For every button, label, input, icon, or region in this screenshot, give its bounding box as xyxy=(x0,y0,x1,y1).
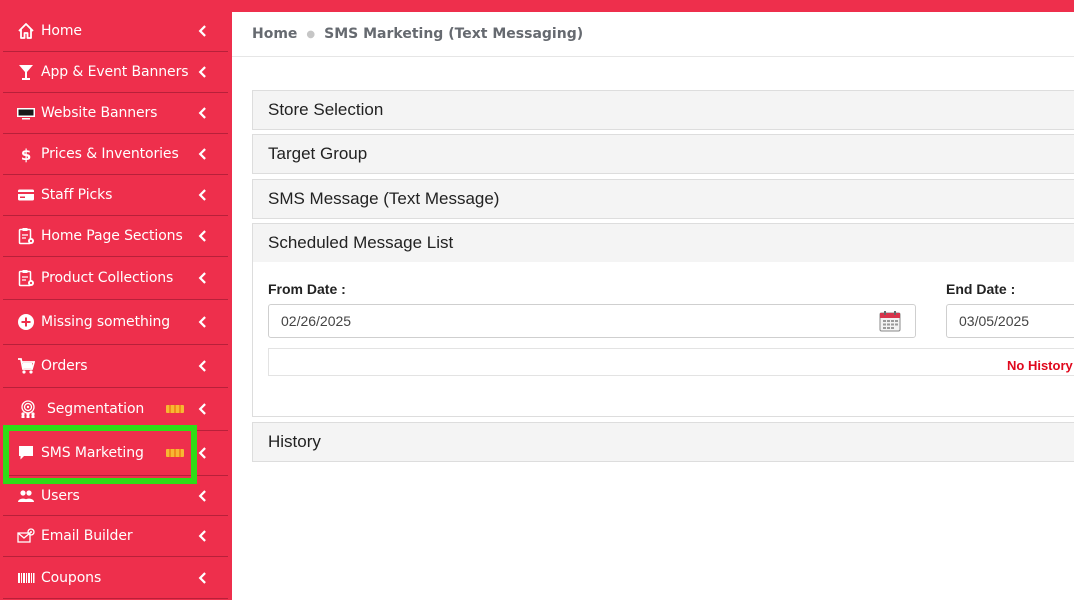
cocktail-icon xyxy=(15,61,37,83)
calendar-icon[interactable] xyxy=(879,310,901,332)
from-date-label: From Date : xyxy=(268,281,346,297)
panel-target-group[interactable]: Target Group xyxy=(252,134,1074,174)
chevron-left-icon xyxy=(196,106,210,120)
end-date-label: End Date : xyxy=(946,281,1016,297)
sidebar-item-label: Home Page Sections xyxy=(41,228,183,244)
chevron-left-icon xyxy=(196,271,210,285)
breadcrumb-separator-icon: ● xyxy=(306,28,316,40)
sidebar-item-home-page-sections[interactable]: Home Page Sections xyxy=(3,216,228,257)
panel-title: Target Group xyxy=(268,144,368,163)
sidebar-item-users[interactable]: Users xyxy=(3,476,228,516)
sidebar-item-staff-picks[interactable]: Staff Picks xyxy=(3,175,228,216)
sidebar: Home App & Event Banners Website Banners… xyxy=(0,0,232,600)
sidebar-item-label: Product Collections xyxy=(41,270,174,286)
breadcrumb-current: SMS Marketing (Text Messaging) xyxy=(324,26,584,42)
chevron-left-icon xyxy=(196,65,210,79)
home-icon xyxy=(15,20,37,42)
top-bar xyxy=(232,0,1074,12)
sidebar-item-label: Home xyxy=(41,22,82,39)
new-badge-icon xyxy=(166,449,184,457)
chevron-left-icon xyxy=(196,489,210,503)
sidebar-item-missing-something[interactable]: Missing something xyxy=(3,300,228,345)
chevron-left-icon xyxy=(196,229,210,243)
card-icon xyxy=(15,184,37,206)
sidebar-item-label: Segmentation xyxy=(47,401,145,417)
panel-scheduled-message-list[interactable]: Scheduled Message List xyxy=(252,223,1074,263)
sidebar-item-sms-marketing[interactable]: SMS Marketing xyxy=(3,431,228,476)
sidebar-item-label: SMS Marketing xyxy=(41,445,144,461)
sidebar-item-label: Users xyxy=(41,487,80,504)
sidebar-item-label: Missing something xyxy=(41,314,171,330)
sidebar-item-label: App & Event Banners xyxy=(41,64,189,80)
sidebar-item-coupons[interactable]: Coupons xyxy=(3,557,228,599)
sidebar-item-segmentation[interactable]: Segmentation xyxy=(3,388,228,431)
panel-title: History xyxy=(268,432,321,451)
svg-text:$: $ xyxy=(21,146,31,163)
empty-message: No History xyxy=(1007,358,1073,373)
panel-title: Store Selection xyxy=(268,100,384,119)
chevron-left-icon xyxy=(196,446,210,460)
sidebar-item-product-collections[interactable]: Product Collections xyxy=(3,257,228,300)
panel-title: Scheduled Message List xyxy=(268,233,454,252)
sidebar-item-email-builder[interactable]: Email Builder xyxy=(3,516,228,557)
chevron-left-icon xyxy=(196,24,210,38)
new-badge-icon xyxy=(166,405,184,413)
clipboard-list-icon xyxy=(15,267,37,289)
sidebar-item-label: Email Builder xyxy=(41,528,133,544)
chat-icon xyxy=(15,442,37,464)
from-date-input[interactable]: 02/26/2025 xyxy=(268,304,916,338)
cart-icon xyxy=(15,355,37,377)
sidebar-item-prices-inventories[interactable]: $ Prices & Inventories xyxy=(3,134,228,175)
end-date-input[interactable]: 03/05/2025 xyxy=(946,304,1074,338)
panel-history[interactable]: History xyxy=(252,422,1074,462)
end-date-value: 03/05/2025 xyxy=(959,313,1030,329)
dollar-icon: $ xyxy=(15,143,37,165)
clipboard-settings-icon xyxy=(15,225,37,247)
chevron-left-icon xyxy=(196,529,210,543)
target-people-icon xyxy=(17,398,39,420)
sidebar-item-app-event-banners[interactable]: App & Event Banners xyxy=(3,52,228,93)
sidebar-item-home[interactable]: Home xyxy=(3,10,228,52)
sidebar-item-label: Staff Picks xyxy=(41,187,113,203)
sidebar-item-label: Prices & Inventories xyxy=(41,146,179,162)
panel-store-selection[interactable]: Store Selection xyxy=(252,90,1074,130)
breadcrumb: Home ● SMS Marketing (Text Messaging) xyxy=(232,12,1074,57)
chevron-left-icon xyxy=(196,359,210,373)
barcode-icon xyxy=(15,567,37,589)
monitor-icon xyxy=(15,102,37,124)
panel-sms-message[interactable]: SMS Message (Text Message) xyxy=(252,179,1074,219)
chevron-left-icon xyxy=(196,315,210,329)
sidebar-item-label: Orders xyxy=(41,358,88,374)
sidebar-item-label: Website Banners xyxy=(41,105,158,121)
sidebar-item-website-banners[interactable]: Website Banners xyxy=(3,93,228,134)
breadcrumb-home-link[interactable]: Home xyxy=(252,26,297,42)
email-settings-icon xyxy=(15,525,37,547)
users-icon xyxy=(15,485,37,507)
chevron-left-icon xyxy=(196,147,210,161)
from-date-value: 02/26/2025 xyxy=(281,313,352,329)
chevron-left-icon xyxy=(196,402,210,416)
sidebar-item-orders[interactable]: Orders xyxy=(3,345,228,388)
plus-circle-icon xyxy=(15,311,37,333)
scheduled-results-box xyxy=(268,348,1074,376)
sidebar-item-label: Coupons xyxy=(41,569,102,586)
chevron-left-icon xyxy=(196,188,210,202)
chevron-left-icon xyxy=(196,571,210,585)
panel-title: SMS Message (Text Message) xyxy=(268,189,500,208)
